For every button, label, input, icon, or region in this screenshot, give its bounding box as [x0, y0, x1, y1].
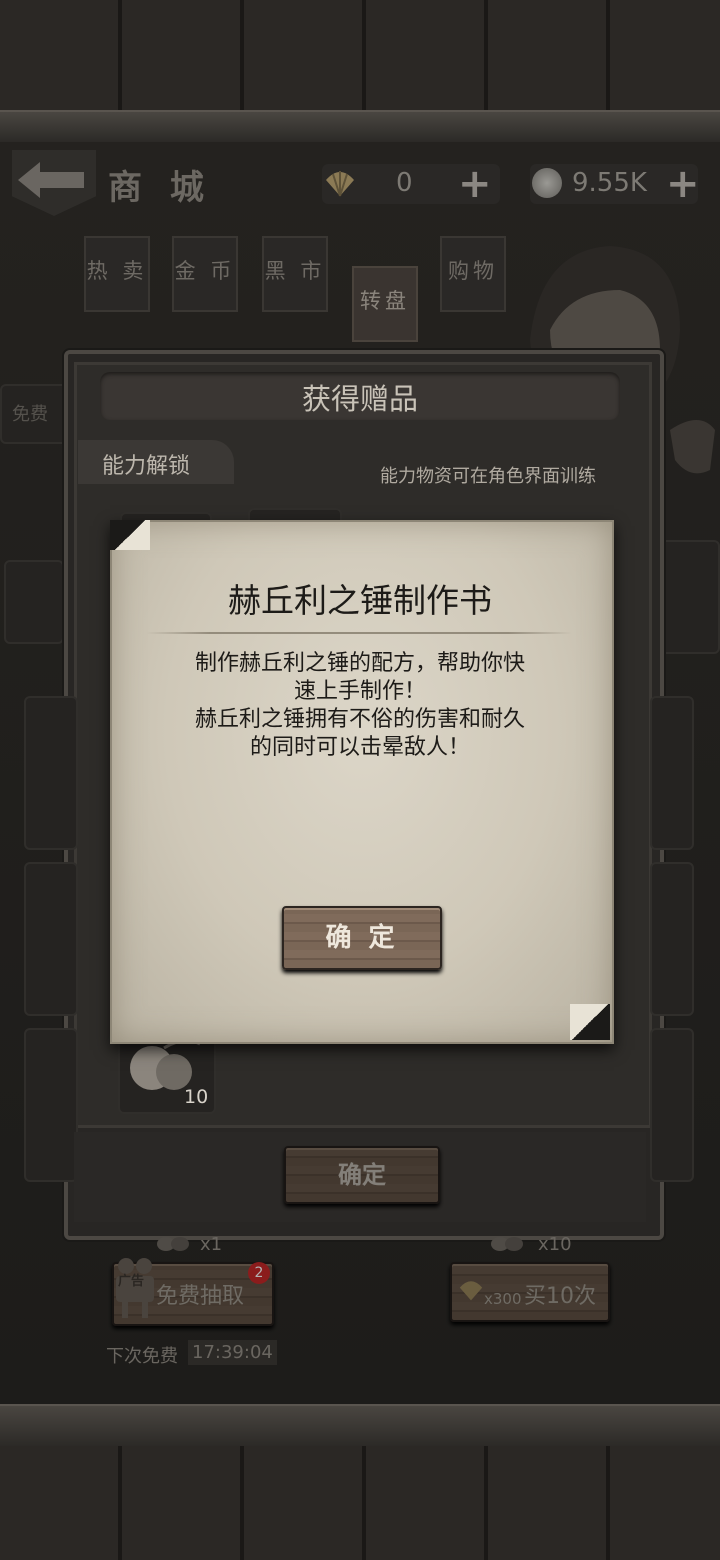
tab-hot-sale[interactable]: 热 卖 [84, 236, 150, 312]
tab-gold[interactable]: 金 币 [172, 236, 238, 312]
popup-description-line: 速上手制作！ [293, 679, 426, 704]
grid-slot [24, 1028, 78, 1182]
popup-description-line: 赫丘利之锤拥有不俗的伤害和耐久 [194, 707, 525, 732]
notification-badge: 2 [248, 1262, 270, 1284]
reward-item-count: 10 [184, 1086, 209, 1108]
grid-slot [24, 862, 78, 1016]
bottom-frame-bar [0, 1404, 720, 1448]
top-wood-wall [0, 0, 720, 110]
top-frame-bar [0, 110, 720, 144]
free-side-label: 免费 [12, 404, 48, 425]
paper-curl-bottom-right [570, 1004, 610, 1040]
back-arrow-icon [18, 162, 84, 198]
grid-slot [650, 862, 694, 1016]
tab-shopping[interactable]: 购物 [440, 236, 506, 312]
buy-ten-label: 买10次 [524, 1284, 596, 1309]
popup-description-line: 的同时可以击晕敌人！ [249, 735, 470, 760]
shell-amount: 0 [396, 168, 413, 198]
free-draw-label: 免费抽取 [156, 1284, 245, 1309]
coconut-small-icon [157, 1237, 189, 1251]
dialog-confirm-button[interactable]: 确定 [284, 1146, 440, 1204]
bottom-wood-wall [0, 1446, 720, 1560]
coconut-small-icon [491, 1237, 523, 1251]
paper-curl-top-left [110, 520, 150, 550]
ability-unlock-note: 能力物资可在角色界面训练 [380, 466, 596, 487]
single-draw-cost: x1 [200, 1234, 223, 1255]
ten-draw-cost: x10 [538, 1234, 572, 1255]
popup-confirm-button[interactable]: 确 定 [282, 906, 442, 970]
next-free-timer: 17:39:04 [188, 1340, 277, 1365]
shop-title: 商 城 [108, 168, 212, 208]
reward-dialog-title: 获得赠品 [301, 382, 418, 416]
popup-description: 制作赫丘利之锤的配方，帮助你快 速上手制作！ 赫丘利之锤拥有不俗的伤害和耐久 的… [160, 650, 560, 762]
grid-slot [650, 1028, 694, 1182]
popup-description-line: 制作赫丘利之锤的配方，帮助你快 [194, 651, 525, 676]
side-panel-right [660, 540, 720, 654]
grid-slot [24, 696, 78, 850]
add-shell-icon[interactable]: + [458, 164, 492, 204]
coin-amount: 9.55K [572, 168, 647, 198]
ability-unlock-label: 能力解锁 [102, 454, 191, 479]
grid-slot [650, 696, 694, 850]
popup-divider [146, 632, 572, 634]
shell-icon [326, 171, 354, 197]
next-free-label: 下次免费 [106, 1346, 178, 1367]
coin-icon [532, 168, 562, 198]
tab-wheel[interactable]: 转盘 [352, 266, 418, 342]
buy-ten-price: x300 [484, 1290, 522, 1308]
add-coin-icon[interactable]: + [666, 164, 700, 204]
ad-label: 广告 [118, 1274, 145, 1289]
shell-icon [459, 1281, 483, 1301]
popup-title: 赫丘利之锤制作书 [228, 581, 492, 620]
side-panel-left [4, 560, 64, 644]
tab-black-market[interactable]: 黑 市 [262, 236, 328, 312]
